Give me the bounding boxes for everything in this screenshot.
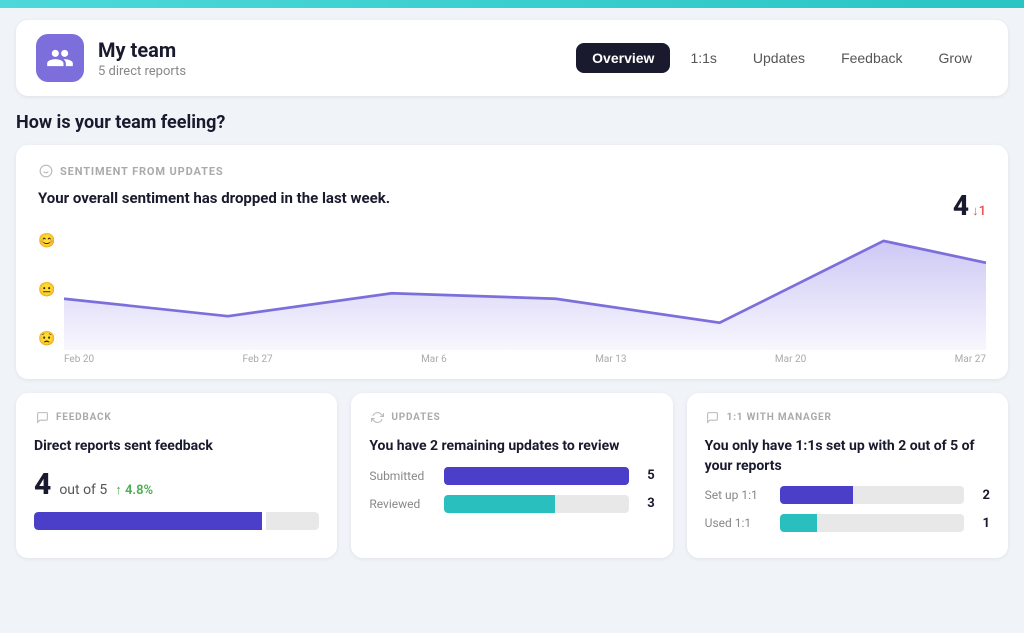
- x-label-5: Mar 27: [955, 354, 986, 365]
- team-avatar: [36, 34, 84, 82]
- tab-overview[interactable]: Overview: [576, 43, 670, 73]
- feedback-number: 4: [34, 467, 51, 502]
- reviewed-gray: [555, 495, 629, 513]
- x-label-3: Mar 13: [595, 354, 626, 365]
- top-bar: [0, 0, 1024, 8]
- oneone-section-label: 1:1 WITH MANAGER: [705, 409, 990, 425]
- sentiment-section-label: SENTIMENT FROM UPDATES: [60, 165, 224, 178]
- feedback-card: FEEDBACK Direct reports sent feedback 4 …: [16, 393, 337, 558]
- used-bar: [780, 514, 964, 532]
- feedback-progress: [34, 512, 319, 530]
- page-title: How is your team feeling?: [16, 112, 1008, 133]
- oneone-icon: [705, 409, 721, 425]
- x-label-2: Mar 6: [421, 354, 447, 365]
- main-content: How is your team feeling? SENTIMENT FROM…: [0, 96, 1024, 558]
- used-fill: [780, 514, 817, 532]
- sentiment-icon: [38, 163, 54, 179]
- chart-fill: [64, 241, 986, 350]
- tab-ones[interactable]: 1:1s: [674, 43, 732, 73]
- reviewed-label: Reviewed: [369, 497, 434, 511]
- chart-svg-area: [64, 230, 986, 350]
- setup-label: Set up 1:1: [705, 488, 770, 502]
- oneone-title: You only have 1:1s set up with 2 out of …: [705, 437, 990, 476]
- oneone-card: 1:1 WITH MANAGER You only have 1:1s set …: [687, 393, 1008, 558]
- submitted-bar: [444, 467, 628, 485]
- sentiment-body: Your overall sentiment has dropped in th…: [38, 189, 986, 222]
- tab-grow[interactable]: Grow: [923, 43, 988, 73]
- sentiment-header: SENTIMENT FROM UPDATES: [38, 163, 986, 179]
- team-icon: [46, 44, 74, 72]
- used-value: 1: [974, 516, 990, 531]
- used-label: Used 1:1: [705, 516, 770, 530]
- feedback-icon: [34, 409, 50, 425]
- tab-updates[interactable]: Updates: [737, 43, 821, 73]
- feedback-bar-rest: [266, 512, 319, 530]
- feedback-stat-label: out of 5: [59, 482, 107, 498]
- setup-fill: [780, 486, 854, 504]
- submitted-value: 5: [639, 468, 655, 483]
- updates-section-label: UPDATES: [369, 409, 654, 425]
- submitted-fill: [444, 467, 628, 485]
- updates-title: You have 2 remaining updates to review: [369, 437, 654, 457]
- updates-icon: [369, 409, 385, 425]
- setup-value: 2: [974, 488, 990, 503]
- sentiment-score: 4 ↓1: [953, 189, 986, 222]
- bottom-cards: FEEDBACK Direct reports sent feedback 4 …: [16, 393, 1008, 558]
- sentiment-chart: [64, 230, 986, 350]
- updates-label: UPDATES: [391, 412, 440, 423]
- chart-y-labels: 😊 😐 😟: [38, 230, 55, 350]
- setup-bar: [780, 486, 964, 504]
- reviewed-fill: [444, 495, 555, 513]
- used-row: Used 1:1 1: [705, 514, 990, 532]
- reviewed-value: 3: [639, 496, 655, 511]
- header-card: My team 5 direct reports Overview 1:1s U…: [16, 20, 1008, 96]
- team-info: My team 5 direct reports: [98, 38, 186, 79]
- emoji-neutral: 😐: [38, 283, 55, 297]
- x-label-1: Feb 27: [243, 354, 273, 365]
- x-label-0: Feb 20: [64, 354, 94, 365]
- feedback-section-label: FEEDBACK: [34, 409, 319, 425]
- reviewed-bar: [444, 495, 628, 513]
- sentiment-delta: ↓1: [972, 203, 986, 219]
- feedback-title: Direct reports sent feedback: [34, 437, 319, 457]
- submitted-row: Submitted 5: [369, 467, 654, 485]
- updates-card: UPDATES You have 2 remaining updates to …: [351, 393, 672, 558]
- team-name: My team: [98, 38, 186, 62]
- setup-gray: [853, 486, 964, 504]
- emoji-sad: 😟: [38, 332, 55, 346]
- setup-row: Set up 1:1 2: [705, 486, 990, 504]
- emoji-happy: 😊: [38, 234, 55, 248]
- chart-x-labels: Feb 20 Feb 27 Mar 6 Mar 13 Mar 20 Mar 27: [38, 354, 986, 365]
- chart-area: 😊 😐 😟: [38, 230, 986, 350]
- feedback-bar-fill: [34, 512, 262, 530]
- submitted-label: Submitted: [369, 469, 434, 483]
- feedback-label: FEEDBACK: [56, 412, 112, 423]
- x-label-4: Mar 20: [775, 354, 806, 365]
- used-gray: [817, 514, 964, 532]
- oneone-label: 1:1 WITH MANAGER: [727, 412, 832, 423]
- feedback-change: ↑ 4.8%: [115, 482, 153, 498]
- feedback-stat: 4 out of 5 ↑ 4.8%: [34, 467, 319, 502]
- sentiment-message: Your overall sentiment has dropped in th…: [38, 189, 390, 207]
- nav-tabs: Overview 1:1s Updates Feedback Grow: [576, 43, 988, 73]
- sentiment-card: SENTIMENT FROM UPDATES Your overall sent…: [16, 145, 1008, 379]
- reviewed-row: Reviewed 3: [369, 495, 654, 513]
- header-left: My team 5 direct reports: [36, 34, 186, 82]
- tab-feedback[interactable]: Feedback: [825, 43, 918, 73]
- sentiment-score-value: 4: [953, 189, 969, 222]
- team-sub: 5 direct reports: [98, 64, 186, 79]
